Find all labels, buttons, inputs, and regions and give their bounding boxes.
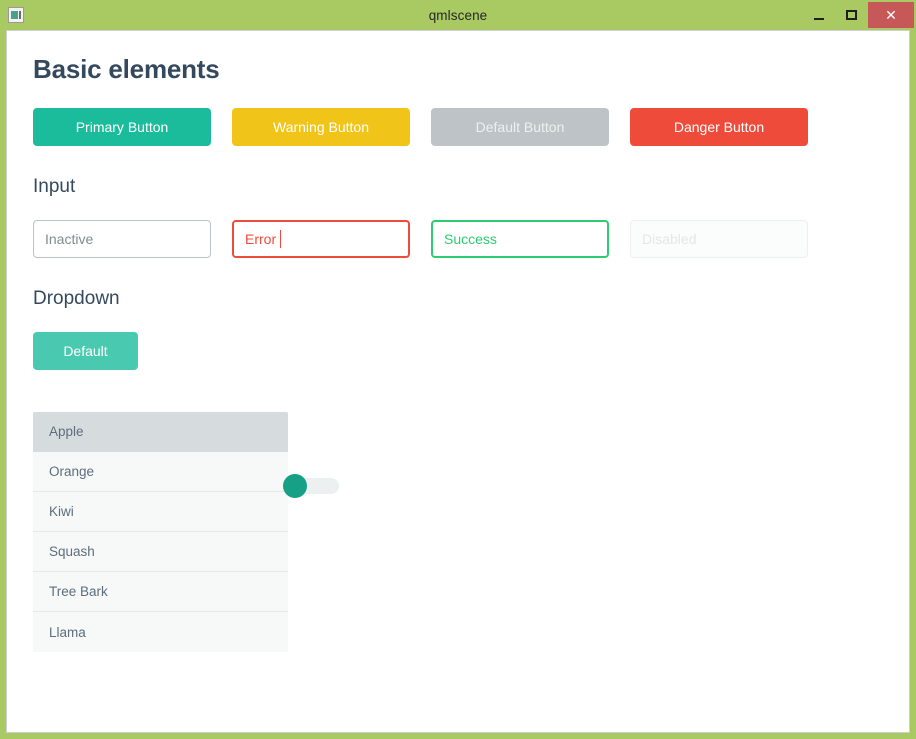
minimize-icon <box>813 17 824 20</box>
dropdown-section-heading: Dropdown <box>33 288 120 309</box>
success-input[interactable] <box>431 220 609 258</box>
dropdown-list: Apple Orange Kiwi Squash Tree Bark Llama <box>33 412 288 652</box>
list-item[interactable]: Squash <box>33 532 288 572</box>
error-input[interactable] <box>232 220 410 258</box>
error-field-wrap <box>232 220 410 258</box>
text-caret <box>280 230 281 248</box>
danger-button[interactable]: Danger Button <box>630 108 808 146</box>
input-row <box>33 220 808 258</box>
minimize-button[interactable] <box>802 0 835 30</box>
page-title: Basic elements <box>33 54 220 84</box>
inactive-input[interactable] <box>33 220 211 258</box>
page-content: Basic elements Primary Button Warning Bu… <box>7 31 909 732</box>
dropdown-button[interactable]: Default <box>33 332 138 370</box>
window-title: qmlscene <box>428 7 488 23</box>
list-item[interactable]: Tree Bark <box>33 572 288 612</box>
list-item[interactable]: Kiwi <box>33 492 288 532</box>
title-bar[interactable]: qmlscene ✕ <box>0 0 916 30</box>
disabled-field-wrap <box>630 220 808 258</box>
button-row: Primary Button Warning Button Default Bu… <box>33 108 808 146</box>
disabled-input <box>630 220 808 258</box>
window-frame: Basic elements Primary Button Warning Bu… <box>6 30 910 733</box>
app-window-icon <box>8 7 24 23</box>
success-field-wrap <box>431 220 609 258</box>
application-window: qmlscene ✕ Basic elements Primary Button… <box>0 0 916 739</box>
maximize-icon <box>846 10 857 20</box>
inactive-field-wrap <box>33 220 211 258</box>
input-section-heading: Input <box>33 176 76 197</box>
toggle-handle[interactable] <box>283 474 307 498</box>
list-item[interactable]: Orange <box>33 452 288 492</box>
maximize-button[interactable] <box>835 0 868 30</box>
warning-button[interactable]: Warning Button <box>232 108 410 146</box>
toggle-switch[interactable] <box>283 474 339 498</box>
window-controls: ✕ <box>802 0 916 30</box>
primary-button[interactable]: Primary Button <box>33 108 211 146</box>
close-button[interactable]: ✕ <box>868 2 914 28</box>
list-item[interactable]: Llama <box>33 612 288 652</box>
default-button[interactable]: Default Button <box>431 108 609 146</box>
list-item[interactable]: Apple <box>33 412 288 452</box>
